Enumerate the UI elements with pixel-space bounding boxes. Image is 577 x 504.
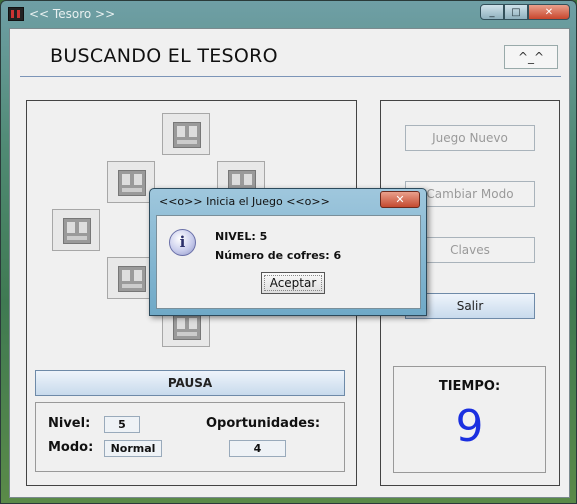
treasure-chest-icon xyxy=(173,314,201,340)
timer-label: TIEMPO: xyxy=(438,379,501,394)
mode-value: Normal xyxy=(104,440,162,457)
chest-button[interactable] xyxy=(107,161,155,203)
window-title: << Tesoro >> xyxy=(29,7,116,21)
dialog-chests-text: Número de cofres: 6 xyxy=(215,249,342,262)
chest-button[interactable] xyxy=(52,209,100,251)
dialog-level-text: NIVEL: 5 xyxy=(215,230,268,243)
chest-button[interactable] xyxy=(107,257,155,299)
dialog-body: i NIVEL: 5 Número de cofres: 6 Aceptar xyxy=(156,215,421,309)
chances-label: Oportunidades: xyxy=(206,416,321,431)
divider xyxy=(20,76,561,77)
app-icon[interactable] xyxy=(8,7,24,21)
treasure-chest-icon xyxy=(118,170,146,196)
title-bar[interactable]: << Tesoro >> _ □ ✕ xyxy=(1,1,577,27)
treasure-chest-icon xyxy=(173,122,201,148)
accept-button[interactable]: Aceptar xyxy=(261,272,325,294)
level-value: 5 xyxy=(104,416,140,433)
face-button[interactable]: ^_^ xyxy=(504,45,558,69)
pause-button[interactable]: PAUSA xyxy=(35,370,345,396)
dialog-title: <<o>> Inicia el Juego <<o>> xyxy=(159,195,330,208)
treasure-chest-icon xyxy=(63,218,91,244)
info-icon: i xyxy=(169,229,196,256)
start-dialog: <<o>> Inicia el Juego <<o>> ✕ i NIVEL: 5… xyxy=(149,188,427,316)
chest-button[interactable] xyxy=(162,113,210,155)
maximize-button[interactable]: □ xyxy=(504,4,528,20)
timer-panel: TIEMPO: 9 xyxy=(393,366,546,473)
mode-label: Modo: xyxy=(48,440,94,455)
level-label: Nivel: xyxy=(48,416,91,431)
treasure-chest-icon xyxy=(118,266,146,292)
dialog-close-button[interactable]: ✕ xyxy=(380,191,420,208)
new-game-button[interactable]: Juego Nuevo xyxy=(405,125,535,151)
minimize-button[interactable]: _ xyxy=(480,4,504,20)
close-button[interactable]: ✕ xyxy=(528,4,570,20)
stats-panel: Nivel: 5 Modo: Normal Oportunidades: 4 xyxy=(35,402,345,472)
page-title: BUSCANDO EL TESORO xyxy=(50,45,278,67)
chances-value: 4 xyxy=(229,440,286,457)
timer-value: 9 xyxy=(455,401,484,452)
